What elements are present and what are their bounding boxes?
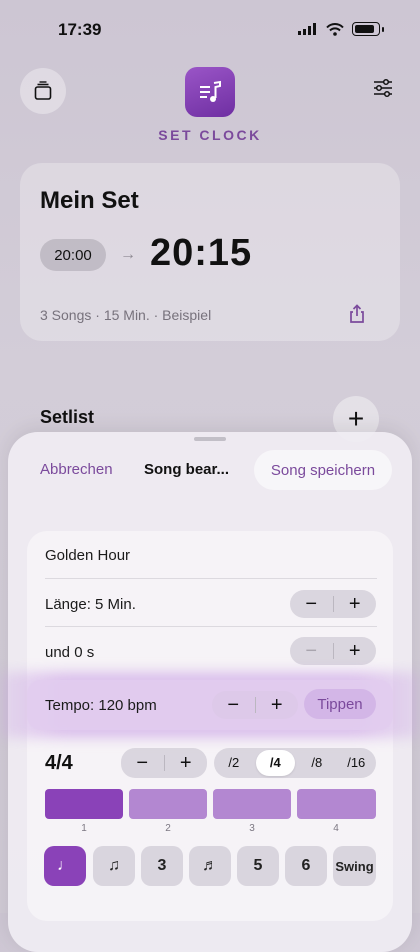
triplet-button[interactable]: 3 xyxy=(141,846,183,886)
library-button[interactable] xyxy=(20,68,66,114)
seconds-stepper[interactable]: − + xyxy=(290,637,376,665)
beat-accent-3[interactable] xyxy=(213,789,291,819)
swing-button[interactable]: Swing xyxy=(333,846,376,886)
plus-button[interactable]: + xyxy=(334,637,377,665)
minus-button[interactable]: − xyxy=(121,749,164,777)
length-stepper[interactable]: − + xyxy=(290,590,376,618)
beat-accent-4[interactable] xyxy=(297,789,376,819)
save-song-button[interactable]: Song speichern xyxy=(254,450,392,490)
plus-button[interactable]: + xyxy=(334,590,377,618)
app-logo xyxy=(185,67,235,117)
quintuplet-button[interactable]: 5 xyxy=(237,846,279,886)
beat-number: 3 xyxy=(249,823,255,834)
seconds-label: und 0 s xyxy=(45,644,95,661)
settings-button[interactable] xyxy=(372,78,394,103)
sliders-icon xyxy=(374,78,392,98)
tap-tempo-button[interactable]: Tippen xyxy=(304,689,376,719)
signal-icon xyxy=(298,23,316,35)
stack-icon xyxy=(34,81,52,100)
eighth-notes-button[interactable]: ♫ xyxy=(93,846,135,886)
plus-button[interactable]: + xyxy=(165,749,208,777)
tempo-stepper[interactable]: − + xyxy=(212,691,298,719)
start-time-pill[interactable]: 20:00 xyxy=(40,239,106,271)
beat-number: 1 xyxy=(81,823,87,834)
beat-accent-2[interactable] xyxy=(129,789,207,819)
battery-icon xyxy=(352,22,380,36)
status-icons xyxy=(298,22,384,36)
arrow-right-icon: → xyxy=(120,246,136,263)
share-icon[interactable] xyxy=(348,304,366,329)
denominator-option[interactable]: /16 xyxy=(337,750,377,776)
beat-accent-1[interactable] xyxy=(45,789,123,819)
quarter-note-button[interactable]: ♩ xyxy=(44,846,86,886)
denominator-picker[interactable]: /2 /4 /8 /16 xyxy=(214,748,376,778)
plus-button[interactable]: + xyxy=(256,691,299,719)
beat-number: 4 xyxy=(333,823,339,834)
sheet-title: Song bear... xyxy=(144,461,230,478)
sextuplet-button[interactable]: 6 xyxy=(285,846,327,886)
set-name: Mein Set xyxy=(40,187,139,214)
set-meta: 3 Songs · 15 Min. · Beispiel xyxy=(40,307,212,323)
tempo-label: Tempo: 120 bpm xyxy=(45,697,157,714)
song-name-field[interactable]: Golden Hour xyxy=(45,547,130,564)
setlist-title: Setlist xyxy=(40,407,95,427)
minus-button[interactable]: − xyxy=(290,590,333,618)
denominator-option[interactable]: /2 xyxy=(214,750,254,776)
beat-number: 2 xyxy=(165,823,171,834)
beats-stepper[interactable]: − + xyxy=(121,748,207,778)
status-time: 17:39 xyxy=(58,20,102,39)
denominator-option-selected[interactable]: /4 xyxy=(255,750,295,776)
denominator-option[interactable]: /8 xyxy=(297,750,337,776)
length-label: Länge: 5 Min. xyxy=(45,596,136,613)
minus-button[interactable]: − xyxy=(290,637,333,665)
sheet-grabber[interactable] xyxy=(194,437,226,441)
wifi-icon xyxy=(326,22,344,36)
plus-icon: + xyxy=(347,403,365,434)
minus-button[interactable]: − xyxy=(212,691,255,719)
time-signature: 4/4 xyxy=(45,752,73,774)
cancel-button[interactable]: Abbrechen xyxy=(40,461,113,478)
music-list-icon xyxy=(200,80,221,102)
sixteenth-notes-button[interactable]: ♬ xyxy=(189,846,231,886)
end-time: 20:15 xyxy=(150,232,253,274)
app-title: SET CLOCK xyxy=(158,127,262,143)
